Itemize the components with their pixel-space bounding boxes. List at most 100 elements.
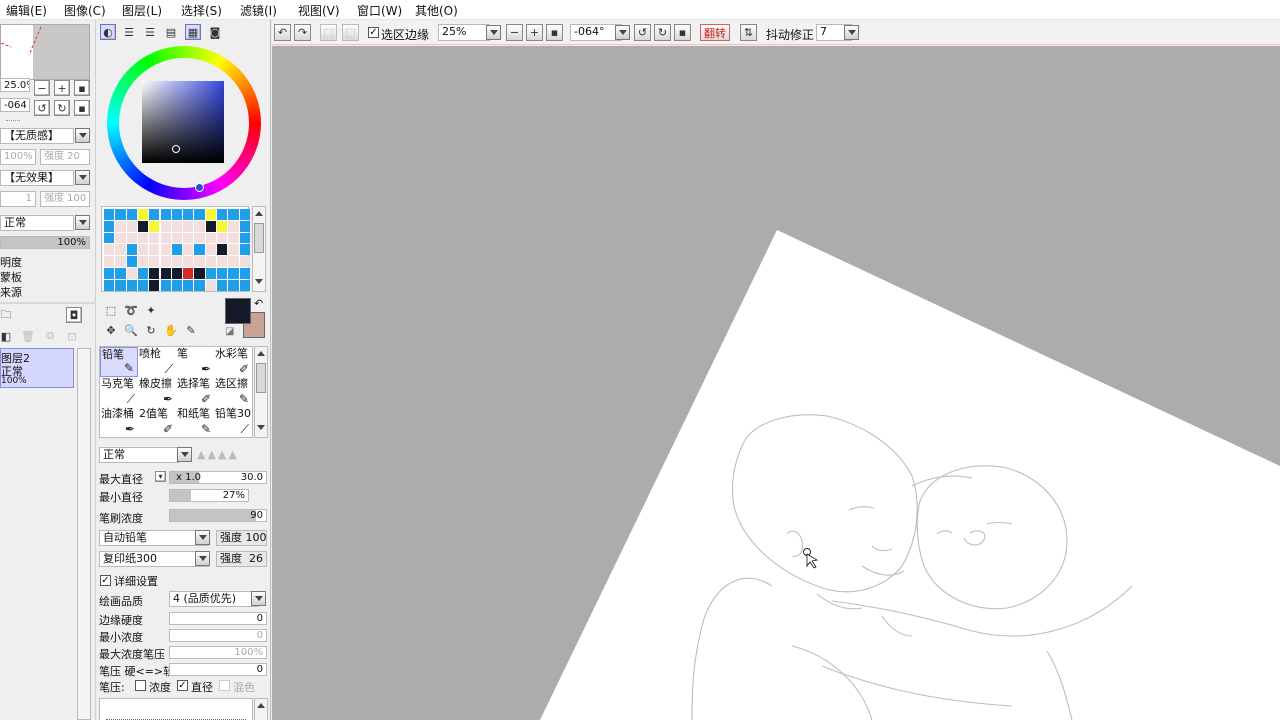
tool-slot[interactable]: 选区擦 ✎ [214, 377, 252, 407]
undo-icon[interactable]: ↶ [274, 24, 291, 41]
palette-swatch[interactable] [183, 220, 194, 232]
brush-blend-dropdown-icon[interactable] [177, 447, 192, 462]
clipping-mask-option[interactable]: 蒙板 [0, 269, 22, 285]
menu-window[interactable]: 窗口(W) [357, 2, 402, 19]
palette-swatch[interactable] [205, 279, 216, 291]
protect-luminance-option[interactable]: 明度 [0, 254, 22, 270]
min-density-slider[interactable]: 0 [169, 629, 267, 642]
palette-swatch[interactable] [160, 220, 171, 232]
palette-swatch[interactable] [126, 209, 137, 220]
palette-swatch[interactable] [126, 220, 137, 232]
hand-icon[interactable]: ✋ [163, 322, 179, 338]
palette-swatch[interactable] [149, 220, 160, 232]
quality-dropdown-icon[interactable] [251, 591, 266, 606]
palette-swatch[interactable] [228, 209, 239, 220]
detail-settings-checkbox[interactable]: ✓ [100, 575, 111, 586]
layer-row[interactable]: 图层2 正常 100% [0, 348, 74, 388]
palette-swatch[interactable] [137, 268, 149, 279]
tool-slot[interactable]: 和纸笔 ✎ [176, 407, 214, 437]
layer-list-scrollbar[interactable] [77, 348, 91, 720]
zoom-icon[interactable]: 🔍 [123, 322, 139, 338]
rgb-slider-tab-icon[interactable]: ☰ [121, 24, 137, 40]
folder-icon[interactable]: 🗀 [0, 307, 12, 323]
toolbar-zoom-reset-icon[interactable]: ▪ [546, 24, 563, 41]
tool-slot[interactable]: 水彩笔 ✐ [214, 347, 252, 377]
brush-texture-strength[interactable]: 强度 26 [216, 551, 267, 567]
pressure-density-checkbox[interactable] [135, 680, 146, 691]
eyedropper-icon[interactable]: ✎ [183, 322, 199, 338]
palette-swatch[interactable] [205, 268, 216, 279]
redo-icon[interactable]: ↷ [294, 24, 311, 41]
invert-selection-icon[interactable]: ⬚ [342, 24, 359, 41]
brush-size-scrollbar[interactable] [254, 698, 268, 720]
toolbar-zoom-dropdown-icon[interactable] [486, 25, 501, 40]
menu-edit[interactable]: 编辑(E) [6, 2, 47, 19]
palette-swatch[interactable] [160, 256, 171, 267]
tool-slot[interactable]: 铅笔30 ⟋ [214, 407, 252, 437]
hue-wheel[interactable] [107, 46, 261, 200]
zoom-out-button[interactable]: − [34, 80, 50, 96]
rotate-right-button[interactable]: ↻ [54, 100, 70, 116]
scroll-down-icon[interactable] [254, 277, 264, 287]
palette-swatch[interactable] [239, 268, 250, 279]
palette-swatch[interactable] [115, 209, 126, 220]
palette-swatch[interactable] [160, 232, 171, 244]
effect-strength-field[interactable]: 强度 100 [40, 191, 90, 207]
transparent-color-icon[interactable]: ◪ [225, 326, 234, 337]
palette-scrollbar[interactable] [252, 206, 266, 292]
color-wheel-tab-icon[interactable]: ◐ [100, 24, 116, 40]
layer-link-icon[interactable]: ◧ [0, 328, 12, 344]
navigator-preview[interactable] [0, 24, 90, 80]
tool-slot[interactable]: 喷枪 ⟋ [138, 347, 176, 377]
palette-swatch[interactable] [104, 209, 115, 220]
pressure-softness-slider[interactable]: 0 [169, 663, 267, 676]
palette-swatch[interactable] [205, 244, 216, 256]
palette-swatch[interactable] [126, 244, 137, 256]
palette-swatch[interactable] [126, 232, 137, 244]
palette-swatch[interactable] [183, 244, 194, 256]
menu-filter[interactable]: 滤镜(I) [240, 2, 277, 19]
color-swatch-palette[interactable] [101, 206, 250, 292]
palette-swatch[interactable] [160, 279, 171, 291]
palette-swatch[interactable] [194, 209, 205, 220]
palette-swatch[interactable] [137, 256, 149, 267]
palette-swatch[interactable] [228, 256, 239, 267]
palette-swatch[interactable] [228, 268, 239, 279]
palette-swatch[interactable] [217, 279, 228, 291]
selection-edge-checkbox[interactable]: ✓ [368, 27, 379, 38]
palette-swatch[interactable] [171, 232, 183, 244]
toolbar-zoom-select[interactable]: 25% [438, 24, 490, 41]
palette-swatch[interactable] [115, 279, 126, 291]
palette-swatch[interactable] [171, 220, 183, 232]
pressure-size-checkbox[interactable]: ✓ [177, 680, 188, 691]
rect-select-icon[interactable]: ⬚ [103, 302, 119, 318]
rotate-left-button[interactable]: ↺ [34, 100, 50, 116]
palette-swatch[interactable] [171, 279, 183, 291]
palette-swatch[interactable] [149, 232, 160, 244]
palette-swatch[interactable] [171, 268, 183, 279]
primary-color-swatch[interactable] [225, 298, 251, 324]
tool-slot[interactable]: 铅笔 ✎ [100, 347, 138, 377]
brush-size-presets[interactable] [99, 698, 253, 720]
palette-swatch[interactable] [217, 220, 228, 232]
palette-swatch[interactable] [160, 244, 171, 256]
palette-swatch[interactable] [171, 256, 183, 267]
swatch-tab-icon[interactable]: ▦ [185, 24, 201, 40]
scratchpad-tab-icon[interactable]: ◙ [207, 24, 223, 40]
brush-texture-select[interactable]: 复印纸300 [99, 551, 209, 567]
texture-strength-field[interactable]: 强度 20 [40, 149, 90, 165]
layer-effect-dropdown-icon[interactable] [75, 170, 90, 185]
palette-swatch[interactable] [183, 279, 194, 291]
quality-select[interactable]: 4 (品质优先) [169, 591, 259, 607]
brush-density-slider[interactable]: 90 [169, 509, 267, 522]
tool-slot[interactable]: 油漆桶 ✒ [100, 407, 138, 437]
palette-swatch[interactable] [104, 232, 115, 244]
palette-swatch[interactable] [104, 279, 115, 291]
palette-swatch[interactable] [160, 209, 171, 220]
canvas-area[interactable] [272, 46, 1280, 720]
merge-down-icon[interactable]: ⧉ [42, 328, 58, 344]
layer-mask-icon[interactable]: ◘ [66, 307, 82, 323]
brush-texture-dropdown-icon[interactable] [195, 551, 210, 566]
palette-swatch[interactable] [228, 232, 239, 244]
brush-blend-select[interactable]: 正常 [99, 447, 179, 463]
